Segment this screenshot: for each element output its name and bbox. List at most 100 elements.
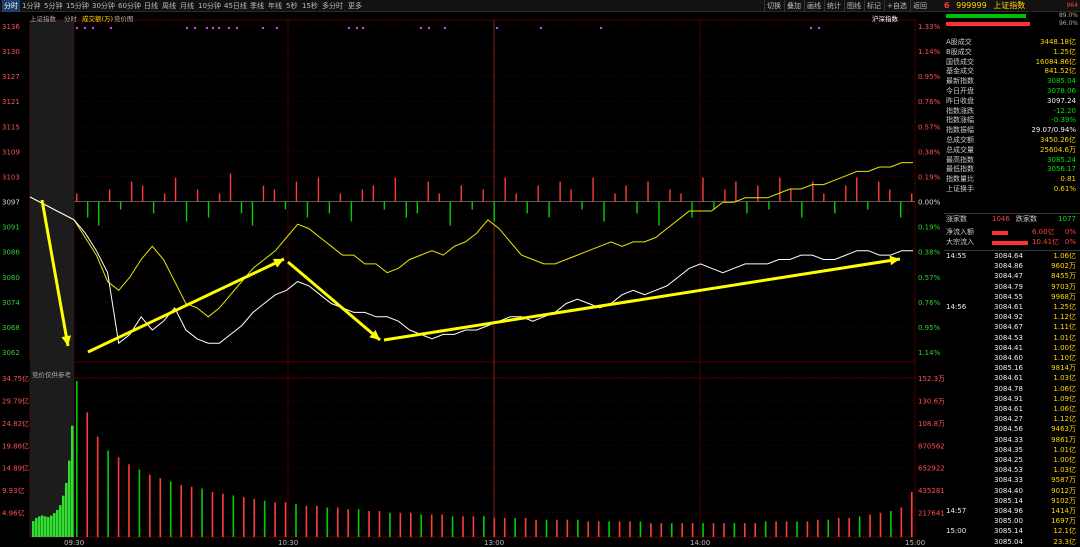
momentum-bar bbox=[636, 201, 638, 214]
stat-row: 指数涨幅 -0.39% bbox=[946, 116, 1078, 126]
tick-price: 3084.61 bbox=[994, 374, 1023, 383]
price-tick-label: 3097 bbox=[2, 199, 20, 207]
volume-bar bbox=[295, 504, 297, 537]
tick-row: 3084.60 1.10亿 bbox=[946, 354, 1078, 363]
volume-bar bbox=[180, 485, 182, 537]
stat-label: 昨日收盘 bbox=[946, 96, 974, 105]
volume-bar bbox=[128, 464, 130, 537]
tick-price: 3084.41 bbox=[994, 343, 1023, 352]
momentum-bar bbox=[317, 177, 320, 202]
volume-bar bbox=[336, 507, 339, 537]
price-tick-label: 3121 bbox=[2, 98, 20, 106]
block-inflow-row: 大宗流入 10.41亿 0% bbox=[946, 238, 1078, 248]
stat-label: 最高指数 bbox=[946, 155, 974, 164]
tick-row: 14:57 3084.96 1414万 bbox=[946, 507, 1078, 516]
signal-dot bbox=[228, 27, 230, 29]
momentum-bar bbox=[108, 189, 111, 202]
stat-label: B股成交 bbox=[946, 47, 972, 56]
signal-dot bbox=[356, 27, 358, 29]
volume-bar bbox=[556, 519, 558, 537]
signal-dot bbox=[420, 27, 422, 29]
chart-bid-label[interactable]: 竞价图 bbox=[114, 13, 134, 23]
volume-bar bbox=[117, 457, 120, 537]
trend-arrows bbox=[40, 199, 901, 354]
volume-bar bbox=[451, 516, 454, 537]
signal-dot bbox=[428, 27, 430, 29]
volume-bar bbox=[138, 469, 141, 537]
momentum-bar bbox=[405, 201, 408, 218]
tick-volume: 12.1亿 bbox=[1053, 527, 1076, 536]
momentum-bar bbox=[823, 193, 825, 202]
volume-bar bbox=[858, 516, 861, 537]
momentum-bar bbox=[427, 181, 429, 202]
auction-volume-bar bbox=[59, 505, 62, 537]
tick-price: 3084.78 bbox=[994, 384, 1023, 393]
signal-dot bbox=[496, 27, 498, 29]
tick-volume: 9012万 bbox=[1051, 486, 1076, 495]
volume-bar bbox=[76, 381, 78, 537]
volume-bar bbox=[514, 517, 516, 537]
momentum-bar bbox=[185, 201, 188, 222]
tick-volume: 9703万 bbox=[1051, 282, 1076, 291]
momentum-bar bbox=[625, 185, 627, 202]
volume-bar bbox=[691, 523, 694, 537]
signal-dot bbox=[600, 27, 602, 29]
momentum-bar bbox=[460, 185, 462, 202]
trend-arrow-shaft bbox=[87, 257, 285, 354]
volume-bar bbox=[660, 523, 663, 537]
tick-row: 3084.33 9861万 bbox=[946, 436, 1078, 445]
compare-index-label[interactable]: 沪深指数 bbox=[872, 13, 898, 23]
pct-tick-label: 1.33% bbox=[918, 23, 941, 31]
auction-volume-bar bbox=[41, 515, 44, 537]
volume-tick-label: 4.96亿 bbox=[2, 509, 25, 518]
volume-bar bbox=[775, 521, 777, 537]
stat-row: 总成交额 3450.26亿 bbox=[946, 136, 1078, 146]
momentum-bar bbox=[790, 189, 792, 202]
momentum-bar bbox=[196, 189, 199, 202]
momentum-bar bbox=[647, 181, 649, 202]
net-inflow-bar bbox=[992, 231, 1008, 235]
stat-row: 基金成交 841.52亿 bbox=[946, 67, 1078, 77]
volume-bar bbox=[733, 523, 736, 537]
volume-bar bbox=[712, 523, 715, 537]
volume-bar bbox=[848, 517, 850, 537]
momentum-bar bbox=[856, 177, 858, 202]
volume-bar bbox=[639, 521, 642, 537]
signal-dot bbox=[810, 27, 812, 29]
volume-right-tick: 652922 bbox=[918, 465, 944, 473]
volume-bar bbox=[211, 491, 214, 537]
volume-bar bbox=[368, 511, 370, 537]
auction-volume-bar bbox=[68, 460, 71, 537]
price-tick-label: 3115 bbox=[2, 123, 20, 131]
tick-row: 3084.86 9602万 bbox=[946, 262, 1078, 271]
tick-price: 3084.64 bbox=[994, 252, 1023, 260]
block-inflow-pct: 0% bbox=[1064, 238, 1076, 246]
stat-label: 指数振幅 bbox=[946, 126, 974, 135]
stat-value: -12.20 bbox=[1053, 106, 1076, 115]
signal-dot bbox=[194, 27, 196, 29]
volume-bar bbox=[378, 511, 381, 537]
signal-dot bbox=[76, 27, 78, 29]
intraday-chart[interactable]: 3136 1.33% 3130 1.14% 3127 0.95% 3121 0.76% 3115… bbox=[0, 0, 944, 547]
volume-right-tick: 130.6万 bbox=[918, 397, 944, 405]
stat-label: 国债成交 bbox=[946, 57, 974, 66]
volume-bar bbox=[493, 517, 496, 537]
volume-bar bbox=[670, 523, 673, 537]
tick-price: 3084.61 bbox=[994, 303, 1023, 311]
volume-bar bbox=[441, 514, 443, 537]
price-tick-label: 3130 bbox=[2, 48, 20, 56]
momentum-bar bbox=[724, 189, 726, 202]
momentum-bar bbox=[229, 173, 232, 202]
tick-price: 3085.00 bbox=[994, 517, 1023, 526]
momentum-bar bbox=[152, 201, 155, 214]
price-tick-label: 3103 bbox=[2, 173, 20, 181]
tick-row: 3084.55 9968万 bbox=[946, 293, 1078, 302]
auction-volume-bar bbox=[62, 495, 65, 537]
momentum-bar bbox=[537, 185, 539, 202]
tick-volume: 1.09亿 bbox=[1053, 394, 1076, 403]
signal-dot bbox=[212, 27, 214, 29]
volume-bar bbox=[305, 505, 308, 537]
pct-tick-label: 0.76% bbox=[918, 299, 941, 307]
volume-bar bbox=[399, 512, 402, 537]
signal-dot bbox=[262, 27, 264, 29]
